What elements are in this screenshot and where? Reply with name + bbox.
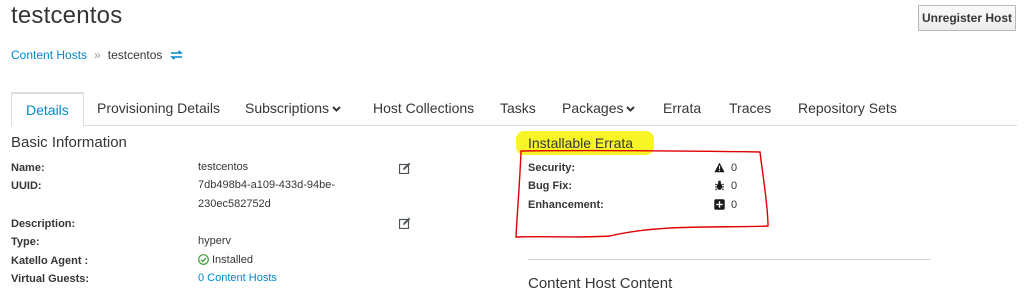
tab-traces-label: Traces	[729, 100, 772, 116]
bug-fix-label: Bug Fix:	[528, 180, 572, 192]
red-annotation-outline	[515, 149, 769, 238]
page-title: testcentos	[11, 2, 123, 29]
type-label: Type:	[11, 236, 40, 248]
security-label: Security:	[528, 162, 576, 174]
virtual-guests-label: Virtual Guests:	[11, 273, 90, 285]
tab-subscriptions[interactable]: Subscriptions	[245, 92, 341, 126]
edit-name-icon[interactable]	[399, 162, 411, 174]
katello-agent-label: Katello Agent :	[11, 255, 89, 267]
breadcrumb-current: testcentos	[107, 48, 163, 62]
switcher-icon[interactable]	[170, 50, 184, 60]
edit-description-icon[interactable]	[399, 217, 411, 229]
tab-host-collections-label: Host Collections	[373, 100, 475, 116]
bug-icon	[714, 180, 725, 191]
tab-details-label: Details	[26, 102, 69, 118]
tab-errata-label: Errata	[663, 100, 702, 116]
host-tabs: Details Provisioning Details Subscriptio…	[11, 92, 1017, 127]
basic-information-title: Basic Information	[11, 134, 127, 151]
content-host-content-title: Content Host Content	[528, 275, 673, 290]
check-circle-icon	[198, 254, 209, 265]
unregister-host-button[interactable]: Unregister Host	[918, 5, 1016, 31]
name-value: testcentos	[198, 161, 249, 173]
tab-tasks[interactable]: Tasks	[500, 92, 536, 126]
uuid-value-line2: 230ec582752d	[198, 198, 271, 210]
tab-host-collections[interactable]: Host Collections	[373, 92, 474, 126]
breadcrumb: Content Hosts » testcentos	[11, 48, 184, 62]
tab-repository-sets[interactable]: Repository Sets	[798, 92, 897, 126]
bug-fix-count[interactable]: 0	[731, 180, 737, 192]
section-divider	[528, 259, 930, 260]
uuid-label: UUID:	[11, 180, 42, 192]
tab-details[interactable]: Details	[11, 92, 84, 127]
breadcrumb-separator: »	[94, 48, 101, 62]
name-label: Name:	[11, 162, 45, 174]
tab-packages[interactable]: Packages	[562, 92, 636, 126]
tab-tasks-label: Tasks	[500, 100, 536, 116]
warning-triangle-icon	[714, 162, 725, 173]
tab-traces[interactable]: Traces	[729, 92, 771, 126]
type-value: hyperv	[198, 235, 232, 247]
virtual-guests-link[interactable]: 0 Content Hosts	[198, 269, 277, 287]
plus-square-icon	[714, 199, 725, 210]
enhancement-count[interactable]: 0	[731, 199, 737, 211]
enhancement-label: Enhancement:	[528, 199, 604, 211]
installable-errata-title: Installable Errata	[528, 135, 634, 151]
breadcrumb-content-hosts-link[interactable]: Content Hosts	[11, 48, 87, 62]
security-count[interactable]: 0	[731, 162, 737, 174]
tab-subscriptions-label: Subscriptions	[245, 100, 330, 116]
tab-provisioning-details-label: Provisioning Details	[97, 100, 220, 116]
tab-packages-label: Packages	[562, 100, 624, 116]
tab-errata[interactable]: Errata	[663, 92, 701, 126]
chevron-down-icon	[332, 106, 341, 113]
chevron-down-icon	[626, 106, 636, 113]
tab-repository-sets-label: Repository Sets	[798, 100, 897, 116]
tab-provisioning-details[interactable]: Provisioning Details	[97, 92, 220, 126]
description-label: Description:	[11, 218, 76, 230]
uuid-value-line1: 7db498b4-a109-433d-94be-	[198, 179, 336, 191]
katello-agent-value: Installed	[212, 254, 253, 266]
